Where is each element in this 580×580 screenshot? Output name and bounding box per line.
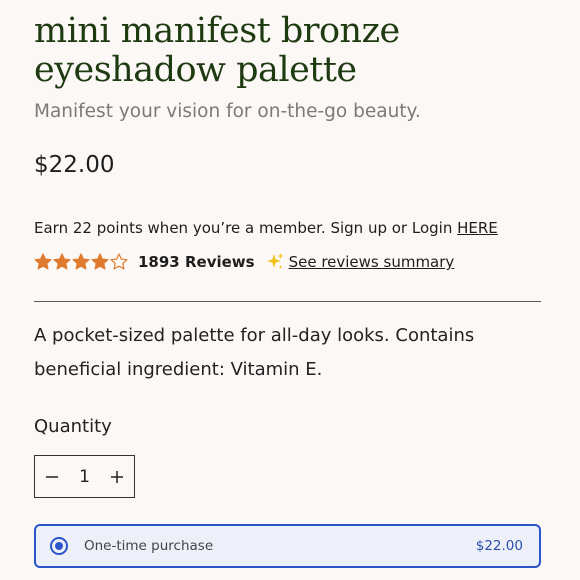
star-filled-icon [72,253,90,270]
purchase-option-price: $22.00 [475,538,523,554]
minus-icon [46,475,58,478]
product-title: mini manifest bronze eyeshadow palette [34,11,400,90]
reviews-summary-link[interactable]: See reviews summary [289,253,455,271]
star-filled-icon [34,253,52,270]
star-empty-icon [110,253,128,270]
one-time-purchase-option[interactable]: One-time purchase $22.00 [34,524,541,568]
rewards-here-link[interactable]: HERE [457,219,498,237]
star-filled-icon [91,253,109,270]
product-tagline: Manifest your vision for on-the-go beaut… [34,101,421,122]
plus-icon [111,470,123,483]
quantity-value[interactable]: 1 [71,467,99,487]
increment-button[interactable] [100,456,134,497]
purchase-option-label: One-time purchase [84,538,214,554]
sparkle-icon [266,253,284,269]
rewards-text: Earn 22 points when you’re a member. Sig… [34,219,458,237]
rating-row: 1893 Reviews See reviews summary [34,250,454,274]
product-price: $22.00 [34,152,115,178]
decrement-button[interactable] [35,456,69,497]
section-divider [34,301,541,302]
product-description: A pocket-sized palette for all-day looks… [34,325,475,380]
purchase-radio-selected[interactable] [50,537,68,555]
rewards-message: Earn 22 points when you’re a member. Sig… [34,219,498,237]
quantity-label: Quantity [34,416,112,437]
review-count[interactable]: 1893 Reviews [138,253,255,271]
star-rating [34,253,128,271]
quantity-stepper: 1 [34,455,135,498]
star-filled-icon [53,253,71,270]
